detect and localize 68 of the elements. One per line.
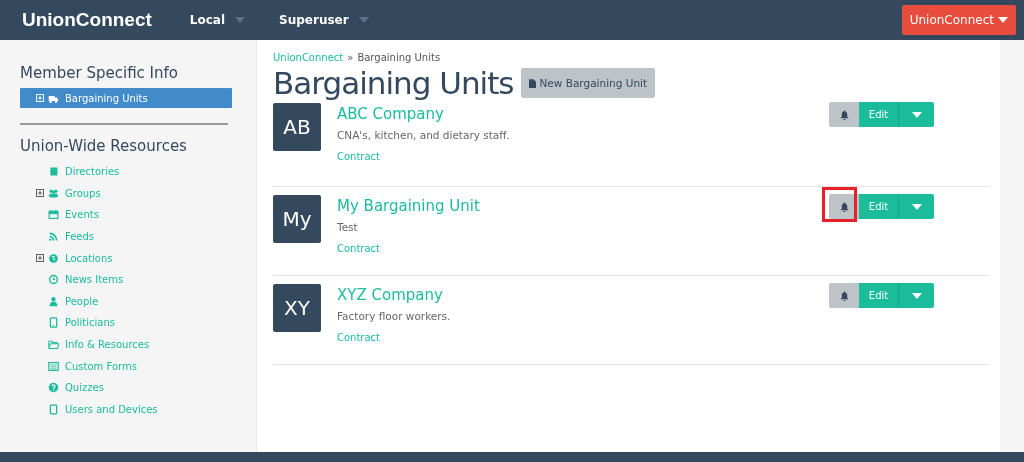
caret-icon	[358, 17, 369, 23]
caret-icon	[911, 292, 922, 299]
expand-icon[interactable]	[36, 189, 44, 198]
caret-icon	[911, 111, 922, 118]
sidebar-item[interactable]: Custom Forms	[20, 355, 232, 377]
bell-icon	[839, 201, 849, 212]
dropdown-button[interactable]	[898, 283, 934, 308]
bell-icon	[839, 109, 849, 120]
sidebar-item[interactable]: Quizzes	[20, 376, 232, 399]
question-icon	[48, 382, 59, 394]
people-icon	[48, 187, 59, 199]
initials-avatar: XY	[273, 284, 321, 332]
sidebar-item[interactable]: Groups	[20, 182, 232, 205]
sidebar-item[interactable]: Feeds	[20, 225, 232, 248]
nav-menu[interactable]: Local	[189, 13, 246, 27]
breadcrumb-link[interactable]: UnionConnect	[273, 52, 344, 63]
brand-logo[interactable]: UnionConnect	[22, 9, 152, 31]
notification-button[interactable]	[829, 102, 859, 127]
sidebar-item[interactable]: Info & Resources	[20, 333, 232, 356]
edit-button[interactable]: Edit	[859, 283, 898, 308]
unit-description: Test	[337, 221, 358, 233]
section-heading: Member Specific Info	[20, 64, 179, 82]
contract-link[interactable]: Contract	[337, 332, 381, 343]
sidebar-item[interactable]: People	[20, 290, 232, 313]
nav-menu[interactable]: Superuser	[279, 13, 369, 27]
account-dropdown-button[interactable]: UnionConnect	[901, 5, 1016, 35]
section-heading: Union-Wide Resources	[20, 137, 188, 155]
rss-icon	[48, 231, 59, 243]
expand-icon[interactable]	[36, 254, 44, 263]
edit-button[interactable]: Edit	[859, 194, 898, 219]
page-title: Bargaining Units	[273, 65, 514, 101]
dropdown-button[interactable]	[898, 102, 934, 127]
unit-name-link[interactable]: XYZ Company	[337, 286, 443, 304]
contract-link[interactable]: Contract	[337, 243, 381, 254]
unit-name-link[interactable]: My Bargaining Unit	[337, 197, 480, 215]
breadcrumb-text: Bargaining Units	[357, 52, 441, 63]
phone-icon	[48, 317, 59, 329]
dropdown-button[interactable]	[898, 194, 934, 219]
file-icon	[529, 78, 537, 88]
caret-icon	[235, 17, 246, 23]
sidebar-item[interactable]: News Items	[20, 268, 232, 291]
sidebar-item[interactable]: Directories	[20, 161, 232, 183]
breadcrumb-text: »	[347, 52, 354, 63]
clock-icon	[48, 274, 59, 286]
unit-name-link[interactable]: ABC Company	[337, 105, 444, 123]
folder-icon	[48, 339, 59, 351]
initials-avatar: AB	[273, 103, 321, 151]
bell-icon	[839, 290, 849, 301]
sidebar-item[interactable]: Users and Devices	[20, 398, 232, 421]
new-bargaining-unit-button[interactable]: New Bargaining Unit	[521, 68, 656, 98]
edit-button[interactable]: Edit	[859, 102, 898, 127]
unit-description: Factory floor workers.	[337, 310, 451, 322]
initials-avatar: My	[273, 195, 321, 243]
notification-button[interactable]	[829, 194, 859, 219]
form-icon	[48, 360, 59, 372]
caret-icon	[911, 203, 922, 210]
person-icon	[48, 295, 59, 307]
calendar-icon	[48, 209, 59, 221]
caret-icon	[998, 17, 1008, 23]
sidebar-item[interactable]: Politicians	[20, 312, 232, 334]
sidebar-item[interactable]: Bargaining Units	[20, 88, 232, 108]
notification-button[interactable]	[829, 283, 859, 308]
sidebar-item[interactable]: Locations	[20, 247, 232, 269]
contract-link[interactable]: Contract	[337, 151, 381, 162]
tablet-icon	[48, 403, 59, 415]
unit-description: CNA's, kitchen, and dietary staff.	[337, 129, 510, 141]
sidebar-item[interactable]: Events	[20, 204, 232, 226]
globe-icon	[48, 252, 59, 264]
